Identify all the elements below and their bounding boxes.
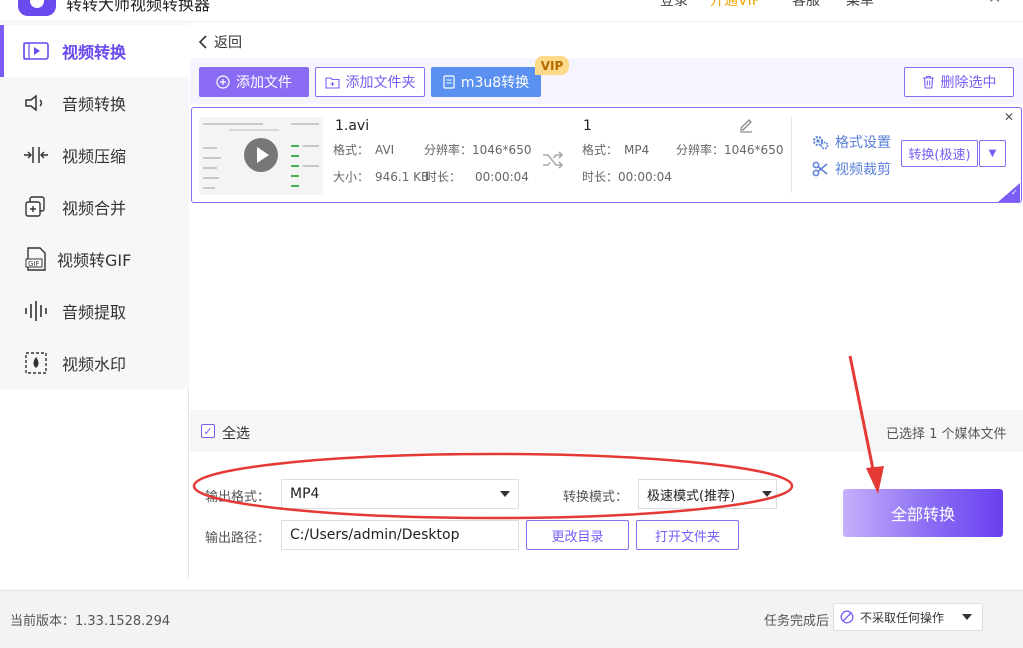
video-convert-icon: [22, 39, 50, 63]
select-all-checkbox[interactable]: ✓: [201, 424, 215, 438]
sidebar-empty-area: [0, 389, 189, 579]
sidebar-item-label: 视频合并: [62, 199, 127, 218]
output-path-value: C:/Users/admin/Desktop: [290, 527, 460, 543]
sidebar-item-watermark[interactable]: 视频水印: [0, 337, 189, 389]
after-task-select[interactable]: 不采取任何操作: [833, 603, 983, 631]
source-size: 大小： 946.1 KB: [333, 170, 430, 184]
video-crop-link[interactable]: 视频裁剪: [812, 159, 891, 179]
sidebar-item-label: 视频转换: [62, 43, 127, 62]
sidebar-item-gif[interactable]: GIF 视频转GIF: [0, 233, 189, 285]
sidebar: 视频转换 音频转换 视频压缩 视频合并 GIF 视频转GIF 音频提取 视频水印: [0, 23, 189, 389]
after-task-value: 不采取任何操作: [860, 610, 945, 625]
vip-badge: VIP: [535, 56, 569, 75]
sidebar-item-compress[interactable]: 视频压缩: [0, 129, 189, 181]
login-link[interactable]: 登录: [660, 0, 688, 10]
trash-icon: [922, 75, 934, 89]
folder-plus-icon: [324, 76, 340, 89]
add-folder-label: 添加文件夹: [345, 75, 416, 91]
format-settings-label: 格式设置: [835, 135, 891, 151]
open-folder-button[interactable]: 打开文件夹: [636, 520, 739, 550]
caret-down-icon: [500, 491, 510, 497]
add-folder-button[interactable]: 添加文件夹: [315, 67, 425, 97]
output-path-input[interactable]: C:/Users/admin/Desktop: [281, 520, 519, 550]
selection-count: 已选择 1 个媒体文件: [886, 427, 1007, 442]
select-all-label[interactable]: 全选: [222, 423, 250, 443]
back-button[interactable]: 返回: [198, 32, 242, 52]
sidebar-item-video-convert[interactable]: 视频转换: [0, 25, 189, 77]
shuffle-icon: [542, 151, 564, 173]
watermark-icon: [22, 351, 50, 375]
gif-icon: GIF: [22, 247, 50, 271]
convert-fast-button[interactable]: 转换(极速): [901, 140, 978, 167]
convert-mode-select[interactable]: 极速模式(推荐): [638, 479, 777, 509]
sidebar-item-label: 音频提取: [62, 303, 127, 322]
sidebar-item-label: 视频水印: [62, 355, 127, 374]
sidebar-item-merge[interactable]: 视频合并: [0, 181, 189, 233]
sidebar-item-label: 视频转GIF: [57, 251, 132, 270]
document-icon: [443, 75, 455, 89]
change-directory-button[interactable]: 更改目录: [526, 520, 629, 550]
after-task-label: 任务完成后: [764, 614, 830, 629]
source-duration: 时长： 00:00:04: [425, 170, 529, 184]
plus-circle-icon: [216, 75, 230, 89]
remove-file-icon[interactable]: ✕: [1004, 110, 1014, 124]
play-icon[interactable]: [244, 138, 278, 172]
gear-icon: [813, 136, 829, 150]
source-filename: 1.avi: [335, 118, 370, 134]
delete-selected-button[interactable]: 删除选中: [904, 67, 1014, 97]
waveform-icon: [22, 299, 50, 323]
sidebar-item-audio-convert[interactable]: 音频转换: [0, 77, 189, 129]
scissors-icon: [812, 161, 828, 177]
m3u8-convert-label: m3u8转换: [460, 75, 530, 91]
target-resolution: 分辨率：1046*650: [676, 143, 784, 157]
svg-text:GIF: GIF: [28, 260, 40, 268]
back-label: 返回: [214, 35, 242, 51]
compress-icon: [22, 143, 50, 167]
merge-icon: [22, 195, 50, 219]
menu-link[interactable]: 菜单: [846, 0, 874, 10]
title-bar: 转转大师视频转换器 登录 开通VIP 客服 菜单 — ✕: [0, 0, 1023, 22]
convert-mode-label: 转换模式：: [563, 490, 629, 505]
delete-selected-label: 删除选中: [940, 75, 997, 91]
check-icon: ✓: [1011, 188, 1018, 197]
source-resolution: 分辨率：1046*650: [424, 143, 532, 157]
format-settings-link[interactable]: 格式设置: [812, 132, 891, 152]
target-filename[interactable]: 1: [583, 118, 592, 134]
caret-down-icon: ▼: [988, 148, 997, 159]
app-logo-icon: [18, 0, 56, 16]
output-format-select[interactable]: MP4: [281, 479, 519, 509]
target-format: 格式： MP4: [582, 143, 650, 157]
output-path-label: 输出路径：: [205, 531, 271, 546]
edit-icon[interactable]: [738, 117, 754, 137]
divider: [791, 117, 792, 193]
video-crop-label: 视频裁剪: [835, 162, 891, 178]
app-title: 转转大师视频转换器: [66, 0, 211, 14]
no-action-icon: [840, 610, 854, 624]
audio-convert-icon: [22, 91, 50, 115]
window-close-icon[interactable]: ✕: [988, 0, 1001, 7]
support-link[interactable]: 客服: [792, 0, 820, 10]
target-duration: 时长：00:00:04: [582, 170, 672, 184]
convert-all-button[interactable]: 全部转换: [843, 489, 1003, 537]
convert-options-dropdown[interactable]: ▼: [979, 140, 1006, 167]
caret-down-icon: [962, 614, 972, 620]
m3u8-convert-button[interactable]: m3u8转换: [431, 67, 541, 97]
sidebar-item-audio-extract[interactable]: 音频提取: [0, 285, 189, 337]
output-format-label: 输出格式：: [205, 490, 271, 505]
vip-link[interactable]: 开通VIP: [710, 0, 760, 10]
version-text: 当前版本：1.33.1528.294: [10, 614, 171, 629]
convert-mode-value: 极速模式(推荐): [647, 488, 736, 504]
sidebar-item-label: 视频压缩: [62, 147, 127, 166]
add-file-button[interactable]: 添加文件: [199, 67, 309, 97]
source-format: 格式： AVI: [333, 143, 395, 157]
add-file-label: 添加文件: [236, 75, 292, 91]
chevron-left-icon: [198, 35, 207, 49]
sidebar-item-label: 音频转换: [62, 95, 127, 114]
caret-down-icon: [762, 491, 772, 497]
output-format-value: MP4: [290, 486, 320, 502]
minimize-icon[interactable]: —: [944, 0, 960, 7]
